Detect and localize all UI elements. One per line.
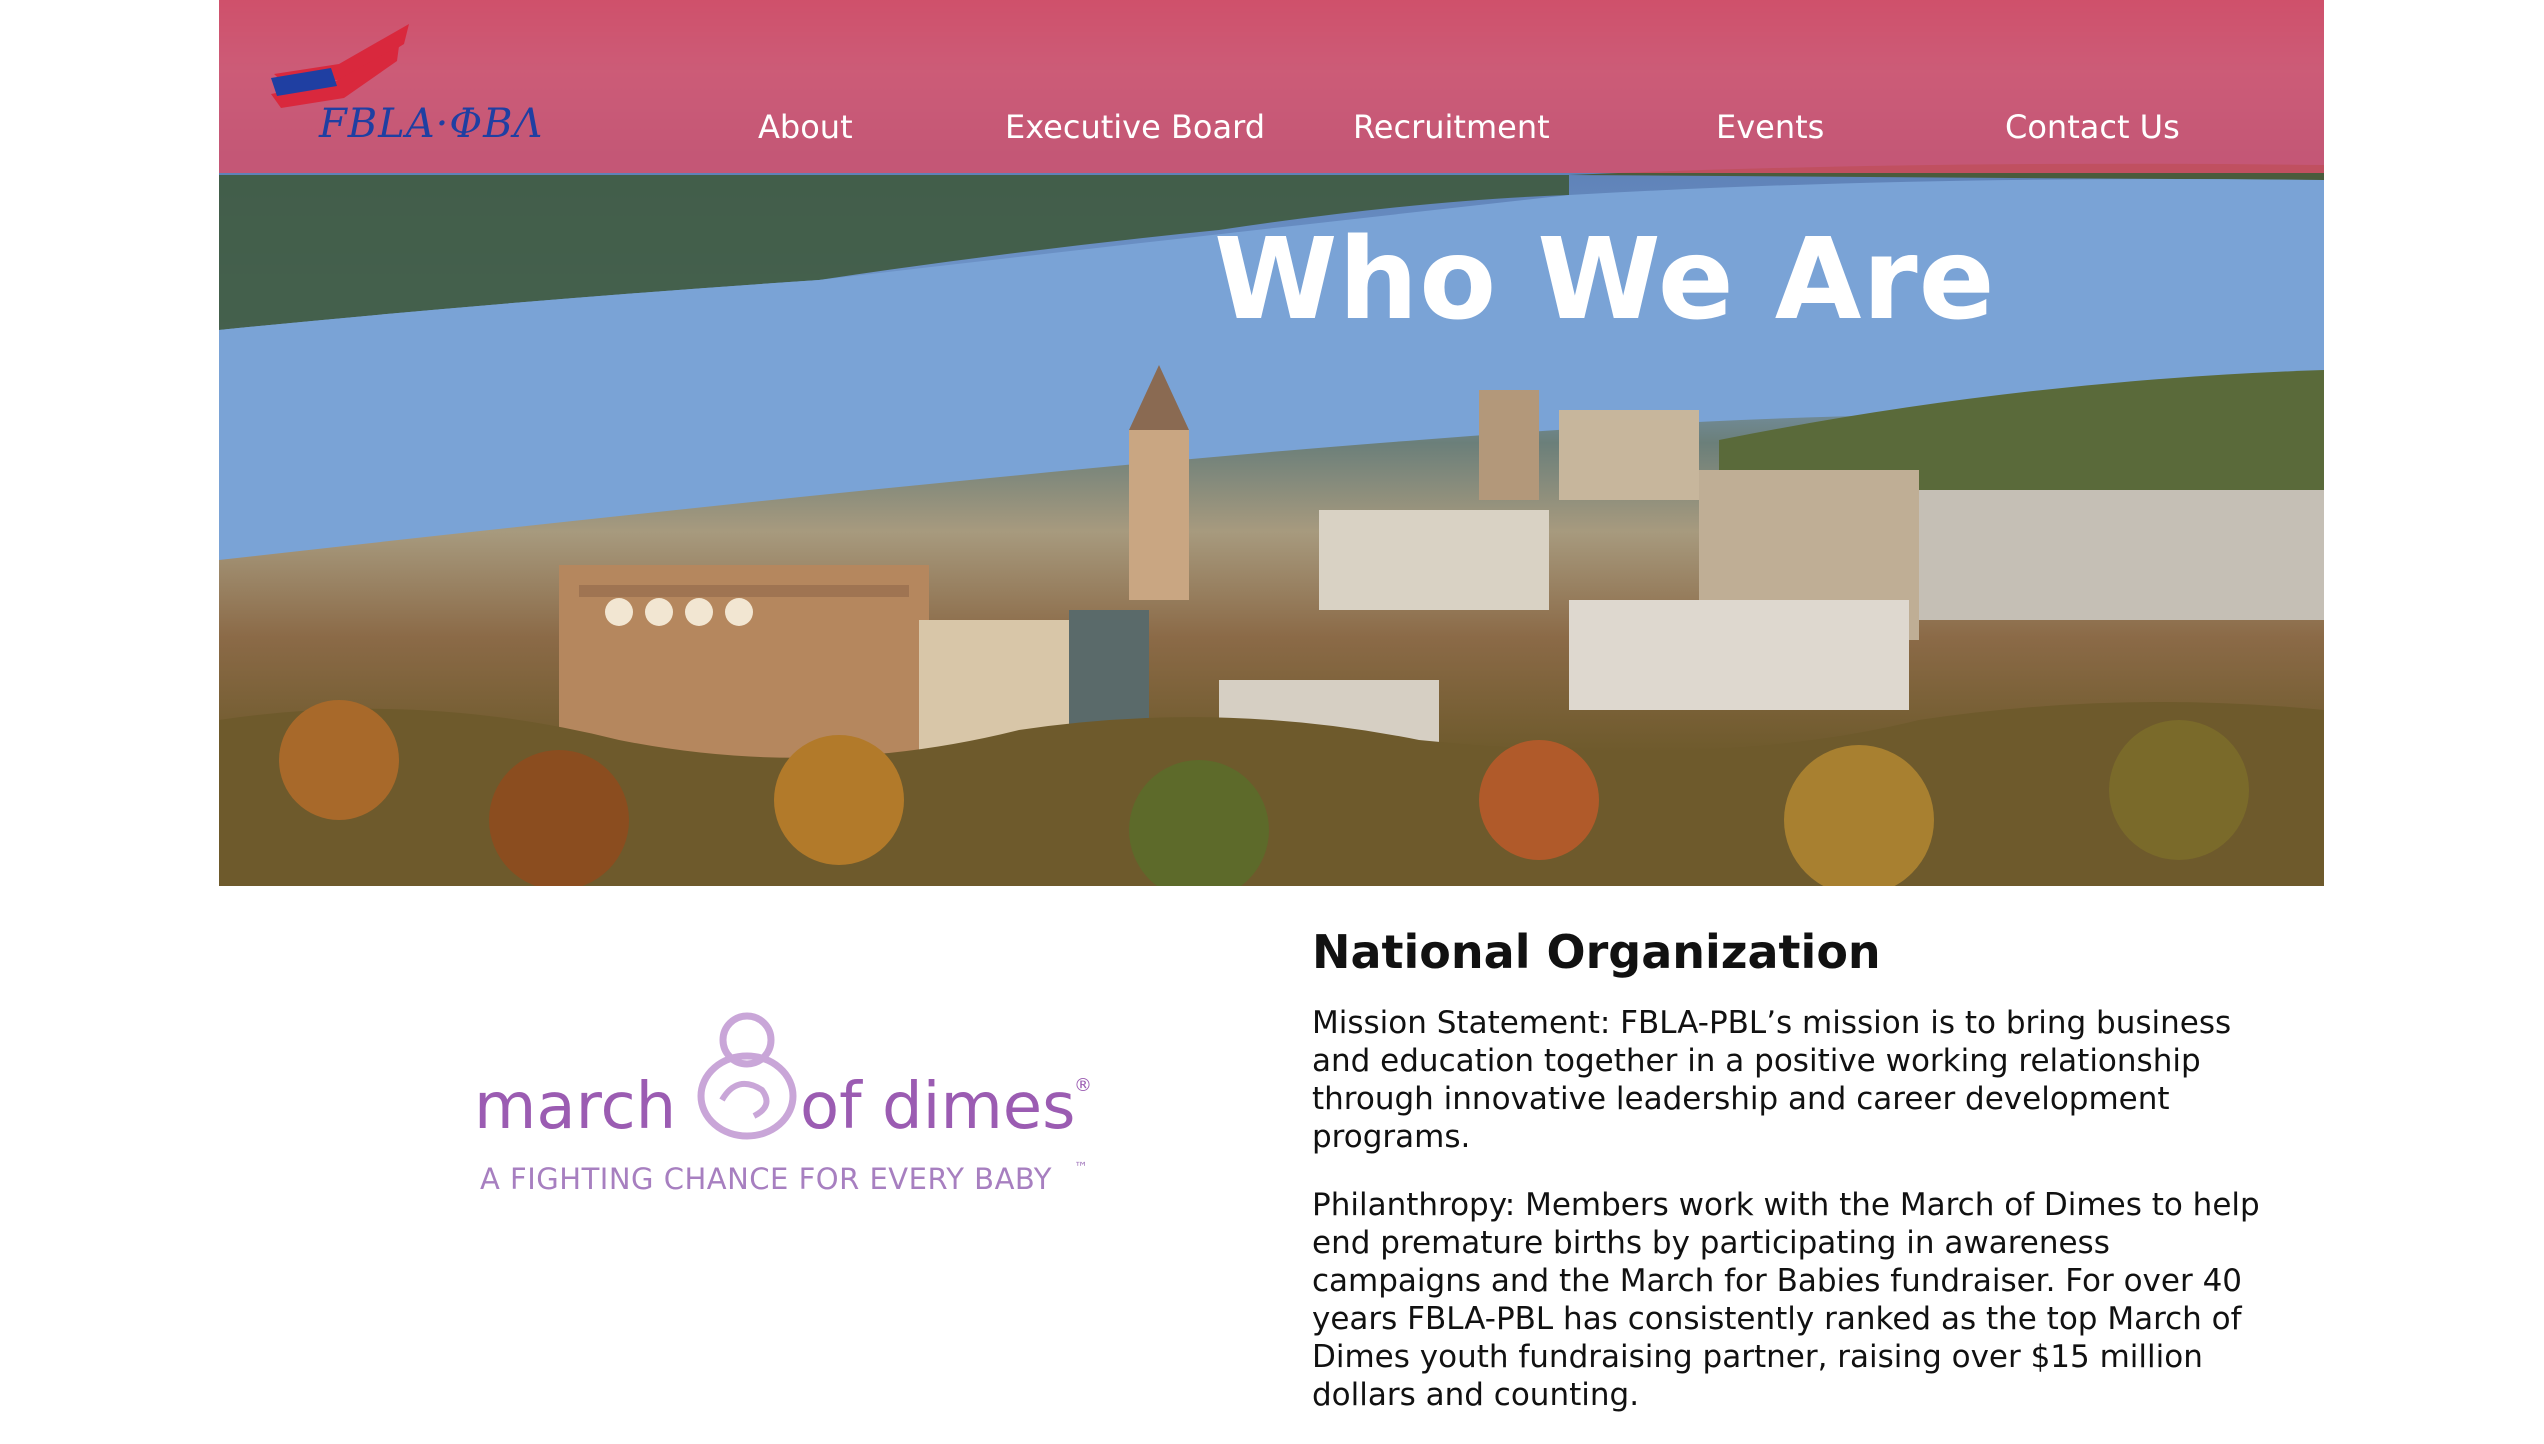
section-heading: National Organization	[1312, 925, 1881, 979]
philanthropy-paragraph: Philanthropy: Members work with the Marc…	[1312, 1187, 2260, 1413]
national-organization-section: National Organization Mission Statement:…	[1312, 925, 2262, 1444]
logo-text: FBLA·ΦΒΛ	[319, 101, 544, 147]
nav-recruitment[interactable]: Recruitment	[1353, 108, 1550, 146]
nav-about[interactable]: About	[758, 108, 853, 146]
fbla-logo[interactable]: FBLA·ΦΒΛ	[269, 16, 549, 156]
mission-statement: Mission Statement: FBLA-PBL’s mission is…	[1312, 1005, 2232, 1155]
trademark-mark: ™	[1074, 1160, 1088, 1176]
nav-contact-us[interactable]: Contact Us	[2005, 108, 2180, 146]
nav-events[interactable]: Events	[1716, 108, 1824, 146]
march-of-dimes-tagline: A FIGHTING CHANCE FOR EVERY BABY	[480, 1162, 1052, 1196]
hero-banner: FBLA·ΦΒΛ About Executive Board Recruitme…	[219, 0, 2324, 886]
march-of-dimes-word-right: of dimes	[800, 1070, 1076, 1144]
mother-baby-icon	[697, 1012, 797, 1140]
top-navbar: FBLA·ΦΒΛ About Executive Board Recruitme…	[219, 0, 2324, 173]
registered-mark: ®	[1074, 1075, 1092, 1096]
hero-title: Who We Are	[1214, 215, 1996, 345]
march-of-dimes-logo: march of dimes ® A FIGHTING CHANCE FOR E…	[470, 1000, 1092, 1220]
march-of-dimes-word-left: march	[474, 1070, 677, 1144]
nav-executive-board[interactable]: Executive Board	[1005, 108, 1265, 146]
